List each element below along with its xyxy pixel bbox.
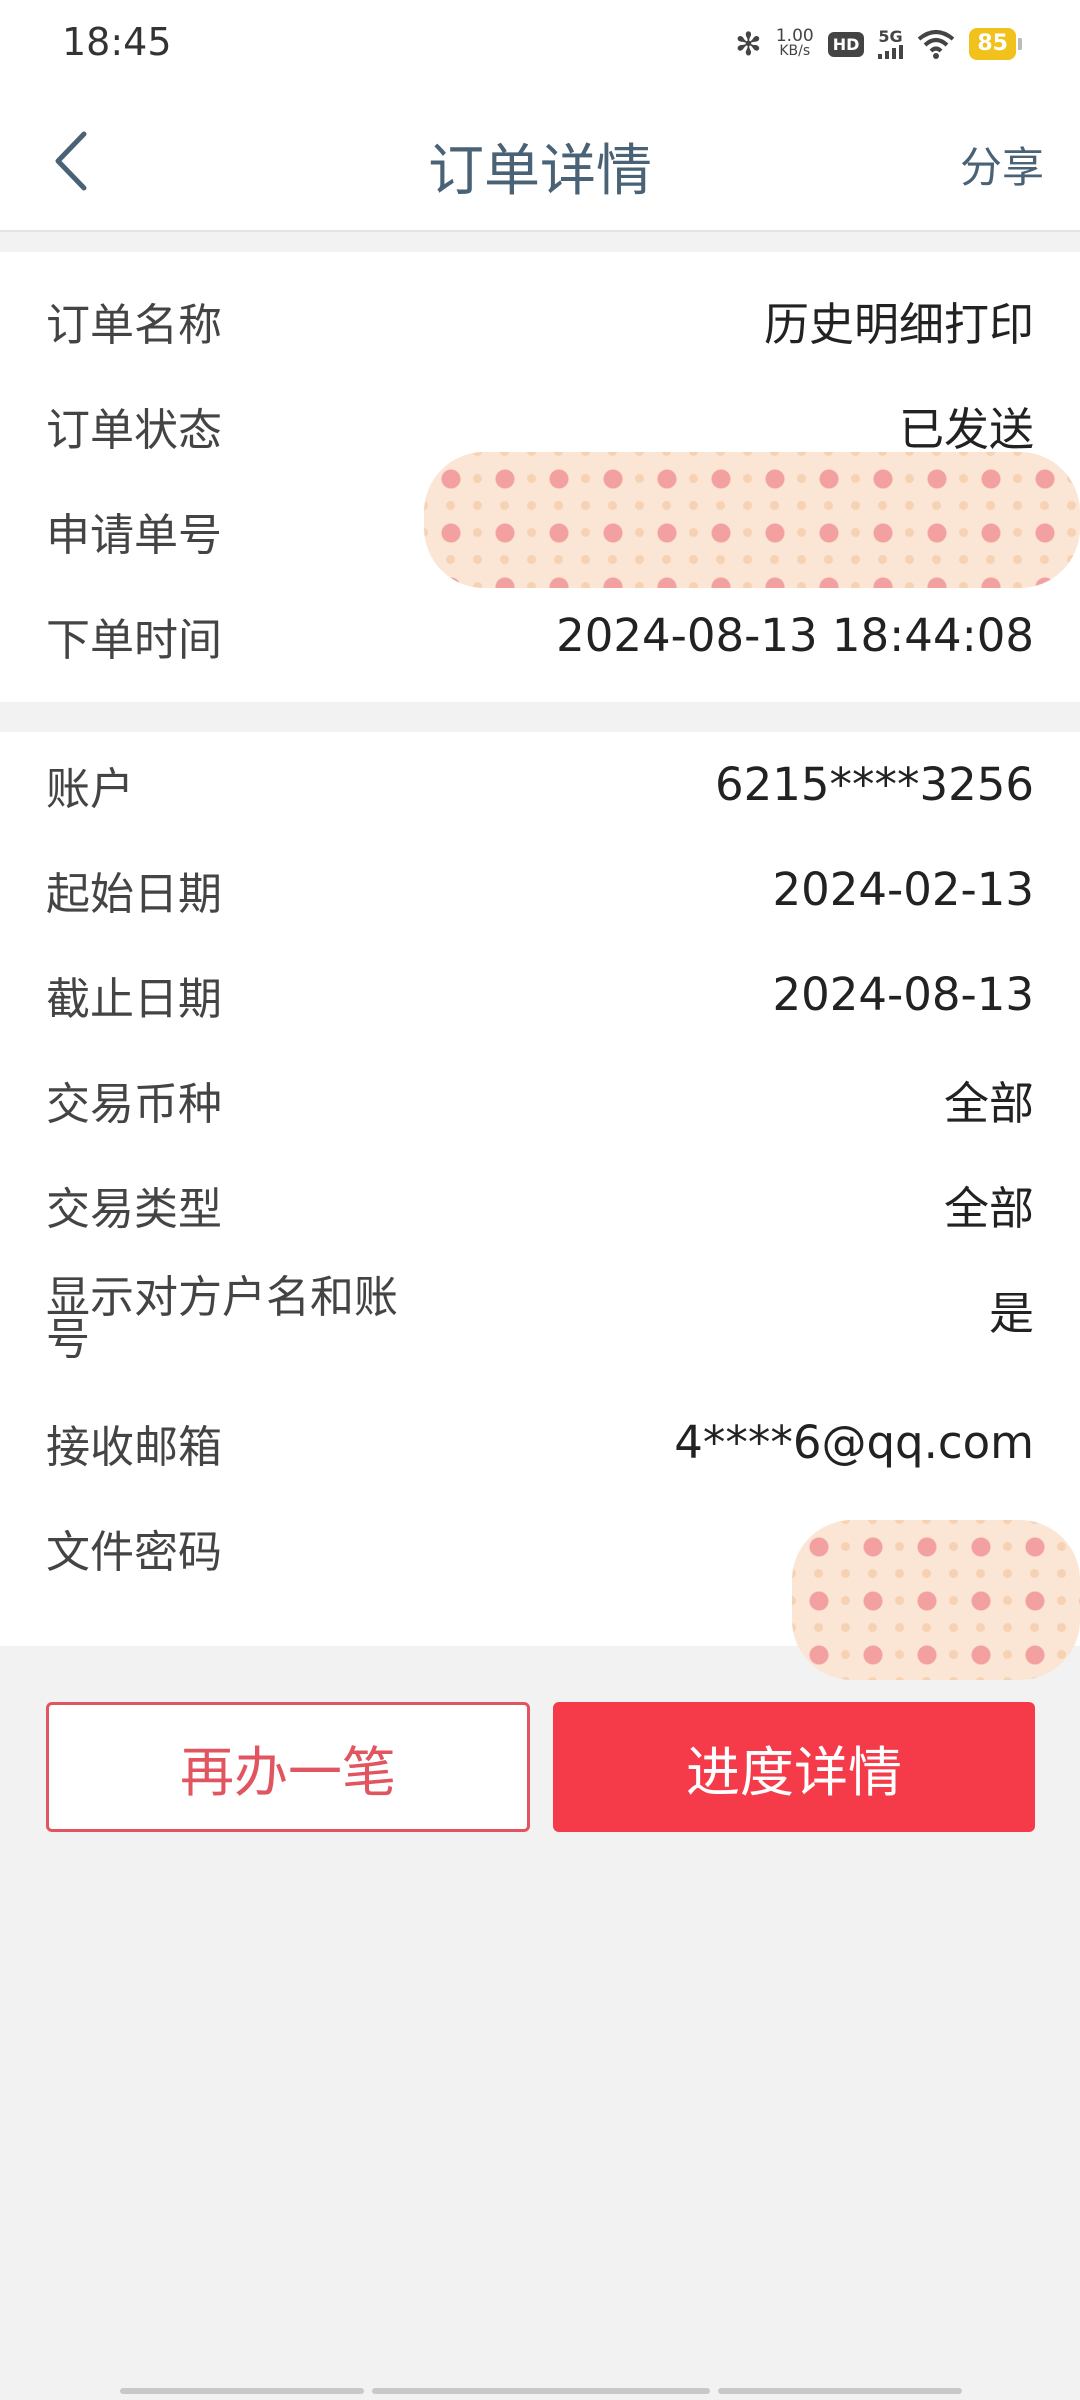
order-name-value: 历史明细打印: [763, 298, 1034, 351]
account-value: 6215****3256: [714, 758, 1034, 811]
gesture-bar: [120, 2388, 962, 2394]
progress-details-button[interactable]: 进度详情: [553, 1702, 1035, 1832]
bluetooth-icon: ✻: [735, 25, 762, 63]
email-label: 接收邮箱: [46, 1421, 222, 1473]
order-status-value: 已发送: [898, 403, 1034, 456]
detail-row-start-date: 起始日期 2024-02-13: [0, 837, 1080, 942]
currency-label: 交易币种: [46, 1078, 222, 1130]
email-value: 4****6@qq.com: [674, 1416, 1034, 1469]
network-speed: 1.00 KB/s: [775, 26, 814, 59]
status-bar: 18:45 ✻ 1.00 KB/s HD 5G 85: [0, 0, 1080, 86]
transaction-type-label: 交易类型: [46, 1183, 222, 1235]
order-name-label: 订单名称: [46, 299, 222, 351]
transaction-type-value: 全部: [943, 1182, 1034, 1235]
detail-row-currency: 交易币种 全部: [0, 1047, 1080, 1152]
detail-row-show-counterparty: 显示对方户名和账号 是: [0, 1257, 1080, 1387]
start-date-value: 2024-02-13: [772, 863, 1034, 916]
share-button[interactable]: 分享: [960, 134, 1044, 195]
redaction-sticker: [424, 452, 1080, 588]
battery-icon: 85: [969, 28, 1022, 60]
hd-icon: HD: [827, 31, 865, 57]
detail-row-end-date: 截止日期 2024-08-13: [0, 942, 1080, 1047]
file-password-label: 文件密码: [46, 1526, 222, 1578]
show-counterparty-label: 显示对方户名和账号: [46, 1272, 398, 1365]
nav-header: 订单详情 分享: [0, 86, 1080, 232]
redaction-sticker: [792, 1520, 1080, 1680]
do-again-button[interactable]: 再办一笔: [46, 1702, 530, 1832]
detail-row-email: 接收邮箱 4****6@qq.com: [0, 1390, 1080, 1495]
application-number-label: 申请单号: [46, 509, 222, 561]
status-icons: ✻ 1.00 KB/s HD 5G 85: [735, 22, 1022, 66]
start-date-label: 起始日期: [46, 868, 222, 920]
currency-value: 全部: [943, 1077, 1034, 1130]
order-time-value: 2024-08-13 18:44:08: [556, 609, 1034, 662]
battery-level: 85: [969, 28, 1016, 60]
order-status-label: 订单状态: [46, 404, 222, 456]
network-speed-unit: KB/s: [779, 43, 811, 59]
network-type: 5G: [878, 27, 903, 46]
detail-row-transaction-type: 交易类型 全部: [0, 1152, 1080, 1257]
wifi-icon: [918, 30, 955, 59]
statement-details-section: 账户 6215****3256 起始日期 2024-02-13 截止日期 202…: [0, 732, 1080, 1646]
order-row-time: 下单时间 2024-08-13 18:44:08: [0, 583, 1080, 688]
order-time-label: 下单时间: [46, 614, 222, 666]
detail-row-account: 账户 6215****3256: [0, 732, 1080, 837]
account-label: 账户: [46, 763, 134, 815]
end-date-label: 截止日期: [46, 973, 222, 1025]
show-counterparty-value: 是: [988, 1287, 1034, 1340]
network-speed-value: 1.00: [775, 26, 814, 46]
order-row-name: 订单名称 历史明细打印: [0, 268, 1080, 373]
page-title: 订单详情: [428, 139, 652, 204]
signal-icon: 5G: [878, 27, 904, 59]
status-time: 18:45: [62, 20, 172, 64]
end-date-value: 2024-08-13: [772, 968, 1034, 1021]
